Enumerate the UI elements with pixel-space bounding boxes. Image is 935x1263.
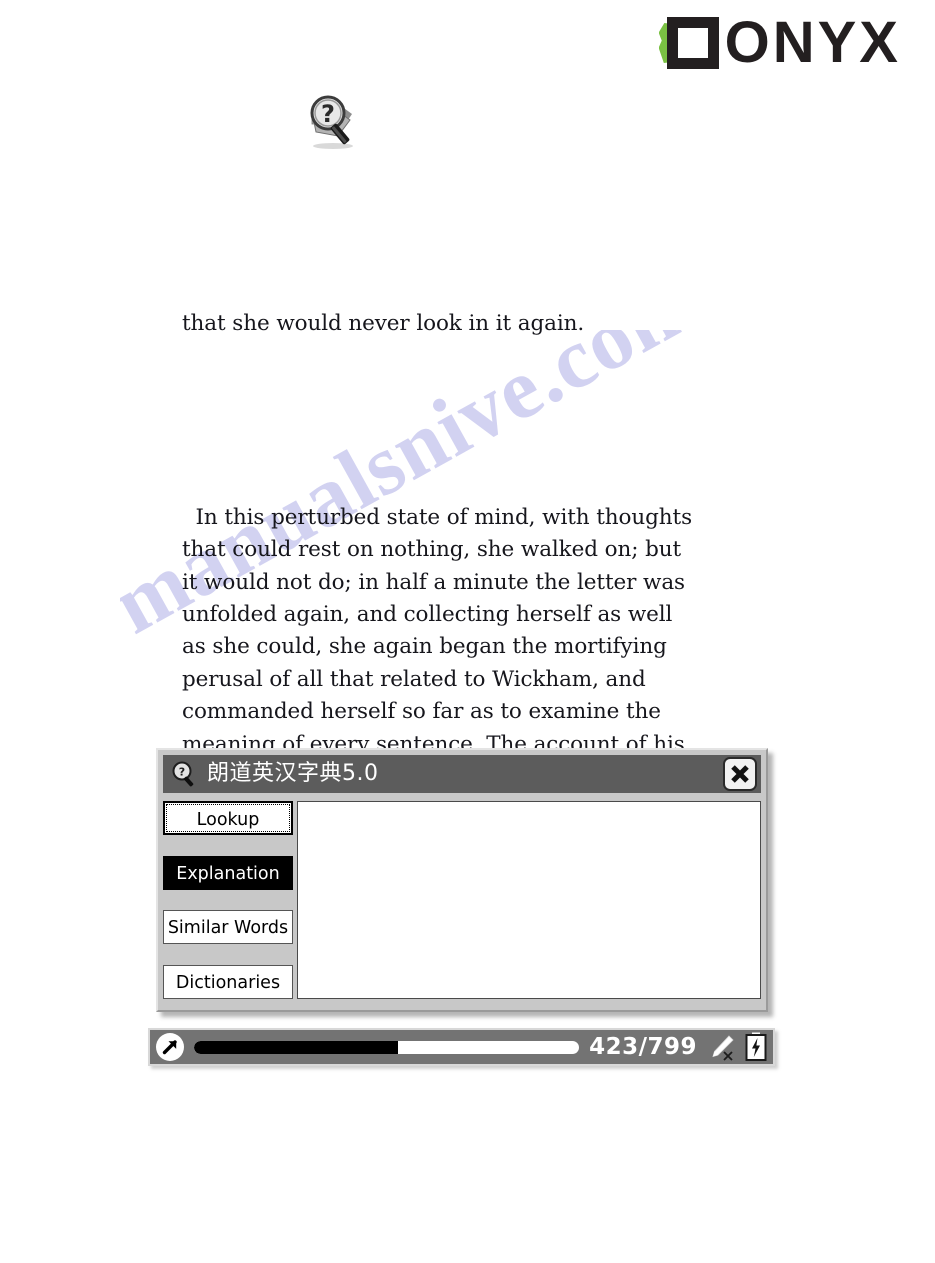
reading-progress-bar[interactable] bbox=[194, 1040, 580, 1054]
close-icon bbox=[731, 765, 749, 783]
pen-disabled-icon[interactable] bbox=[707, 1033, 737, 1061]
tab-explanation[interactable]: Explanation bbox=[163, 855, 293, 890]
onyx-square-icon bbox=[666, 17, 719, 69]
dialog-title: 朗道英汉字典5.0 bbox=[207, 761, 379, 786]
magnifier-question-mark-icon: ? bbox=[300, 92, 366, 150]
reader-paragraph: that she would never look in it again. bbox=[182, 310, 585, 336]
onyx-logo-text: ONYX bbox=[724, 10, 901, 75]
magnifier-question-mark-icon: ? bbox=[172, 761, 194, 787]
dialog-tab-list: Lookup Explanation Similar Words Diction… bbox=[163, 801, 297, 999]
dialog-body: Lookup Explanation Similar Words Diction… bbox=[163, 801, 761, 999]
page-counter: 423/799 bbox=[589, 1034, 697, 1060]
dialog-titlebar: ? 朗道英汉字典5.0 bbox=[163, 755, 761, 793]
onyx-logo-mark bbox=[658, 17, 719, 69]
arrow-up-right-icon bbox=[162, 1040, 177, 1055]
tab-similar-words[interactable]: Similar Words bbox=[163, 910, 293, 945]
close-button[interactable] bbox=[723, 757, 757, 791]
onyx-logo: ONYX bbox=[658, 10, 901, 75]
jump-button[interactable] bbox=[156, 1033, 184, 1061]
dictionary-dialog: ? 朗道英汉字典5.0 Lookup Explanation Similar W… bbox=[156, 748, 768, 1012]
svg-text:?: ? bbox=[179, 766, 185, 779]
reader-status-bar: 423/799 bbox=[148, 1028, 775, 1066]
tab-lookup[interactable]: Lookup bbox=[163, 801, 293, 835]
reading-progress-fill bbox=[194, 1040, 399, 1054]
battery-charging-icon bbox=[745, 1032, 767, 1061]
svg-text:?: ? bbox=[321, 100, 335, 128]
tab-dictionaries[interactable]: Dictionaries bbox=[163, 964, 293, 999]
dictionary-result-panel[interactable] bbox=[297, 801, 761, 999]
